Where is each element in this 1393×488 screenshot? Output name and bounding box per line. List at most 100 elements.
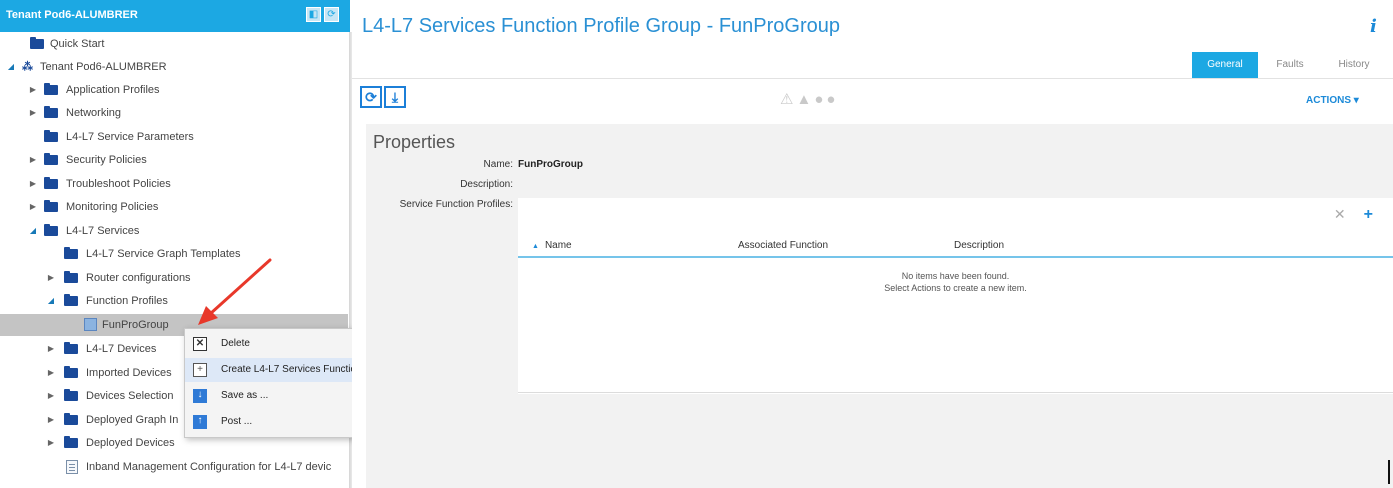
tree-item-label: Deployed Graph In <box>86 414 179 426</box>
folder-icon <box>44 153 58 165</box>
tree-item-function-profiles[interactable]: ◢ Function Profiles <box>0 290 350 312</box>
tree-item-inband-management[interactable]: Inband Management Configuration for L4-L… <box>0 456 350 478</box>
folder-icon <box>64 436 78 448</box>
menu-item-label: Save as ... <box>221 390 269 401</box>
function-profile-group-icon <box>84 318 97 331</box>
document-icon <box>66 460 78 474</box>
tree-item-label: FunProGroup <box>102 319 169 331</box>
collapsed-arrow-icon[interactable]: ▶ <box>46 409 56 431</box>
expanded-arrow-icon[interactable]: ◢ <box>46 290 56 312</box>
collapsed-arrow-icon[interactable]: ▶ <box>28 102 38 124</box>
major-fault-icon: ▲ <box>796 91 815 108</box>
column-header-associated-function[interactable]: Associated Function <box>738 240 828 251</box>
folder-icon <box>64 366 78 378</box>
tree-item-label: Imported Devices <box>86 367 172 379</box>
collapse-icon[interactable]: ◧ <box>306 7 321 22</box>
tree-item-troubleshoot-policies[interactable]: ▶ Troubleshoot Policies <box>0 173 350 195</box>
minor-fault-icon: ● <box>814 91 827 108</box>
tree-item-tenant[interactable]: ◢ ⁂ Tenant Pod6-ALUMBRER <box>0 56 350 78</box>
folder-icon <box>64 247 78 259</box>
refresh-icon[interactable]: ⟳ <box>360 86 382 108</box>
service-function-profiles-table: ✕ + ▲ Name Associated Function Description… <box>518 198 1393 394</box>
tree-item-router-configurations[interactable]: ▶ Router configurations <box>0 267 350 289</box>
folder-icon <box>44 200 58 212</box>
tree-item-label: Router configurations <box>86 272 191 284</box>
page-title: L4-L7 Services Function Profile Group - … <box>362 15 840 37</box>
collapsed-arrow-icon[interactable]: ▶ <box>46 432 56 454</box>
tree-item-application-profiles[interactable]: ▶ Application Profiles <box>0 79 350 101</box>
folder-icon <box>44 224 58 236</box>
sort-ascending-icon: ▲ <box>532 243 539 250</box>
folder-icon <box>44 130 58 142</box>
collapsed-arrow-icon[interactable]: ▶ <box>46 267 56 289</box>
table-bottom-divider <box>518 392 1393 393</box>
tree-header-title: Tenant Pod6-ALUMBRER <box>6 9 138 21</box>
tree-item-label: Tenant Pod6-ALUMBRER <box>40 61 167 73</box>
red-annotation-arrow-icon <box>198 258 272 325</box>
tree-item-l4-l7-service-parameters[interactable]: L4-L7 Service Parameters <box>0 126 350 148</box>
tree-item-l4-l7-services[interactable]: ◢ L4-L7 Services <box>0 220 350 242</box>
empty-table-message: No items have been found. Select Actions… <box>518 270 1393 294</box>
collapsed-arrow-icon[interactable]: ▶ <box>46 338 56 360</box>
tab-history[interactable]: History <box>1326 52 1382 78</box>
collapsed-arrow-icon[interactable]: ▶ <box>28 149 38 171</box>
column-header-description[interactable]: Description <box>954 240 1004 251</box>
tab-faults[interactable]: Faults <box>1266 52 1314 78</box>
collapsed-arrow-icon[interactable]: ▶ <box>46 362 56 384</box>
tree-item-label: Quick Start <box>50 38 105 50</box>
tree-item-monitoring-policies[interactable]: ▶ Monitoring Policies <box>0 196 350 218</box>
warning-fault-icon: ● <box>826 91 839 108</box>
name-label: Name: <box>483 159 513 170</box>
tree-item-label: Networking <box>66 107 122 119</box>
folder-icon <box>44 106 58 118</box>
text-cursor <box>1388 460 1390 484</box>
post-icon: ↑ <box>193 415 207 429</box>
collapsed-arrow-icon[interactable]: ▶ <box>46 385 56 407</box>
tree-item-networking[interactable]: ▶ Networking <box>0 102 350 124</box>
name-value: FunProGroup <box>518 159 583 170</box>
actions-label: ACTIONS <box>1306 95 1351 106</box>
tree-header: Tenant Pod6-ALUMBRER ◧ ⟳ <box>0 0 350 32</box>
properties-heading: Properties <box>373 132 456 152</box>
menu-item-label: Post ... <box>221 416 253 427</box>
collapsed-arrow-icon[interactable]: ▶ <box>28 79 38 101</box>
menu-item-label: Delete <box>221 338 250 349</box>
description-label: Description: <box>460 179 513 190</box>
tree-item-service-graph-templates[interactable]: L4-L7 Service Graph Templates <box>0 243 350 265</box>
toolbar: ⟳ ⤓ ⚠▲●● ACTIONS ▾ <box>352 80 1393 124</box>
tree-item-security-policies[interactable]: ▶ Security Policies <box>0 149 350 171</box>
tree-item-label: Function Profiles <box>86 295 168 307</box>
folder-icon <box>44 177 58 189</box>
info-icon[interactable]: i <box>1370 16 1377 37</box>
properties-section: Properties Name: FunProGroup Description… <box>366 124 1393 488</box>
tree-item-quick-start[interactable]: Quick Start <box>0 33 350 55</box>
create-icon: + <box>193 363 207 377</box>
tree-item-label: Security Policies <box>66 154 147 166</box>
folder-icon <box>64 342 78 354</box>
folder-icon <box>64 389 78 401</box>
column-label: Name <box>544 240 572 251</box>
tab-general[interactable]: General <box>1192 52 1258 78</box>
table-header: ▲ Name Associated Function Description <box>518 234 1393 258</box>
collapsed-arrow-icon[interactable]: ▶ <box>28 173 38 195</box>
download-icon[interactable]: ⤓ <box>384 86 406 108</box>
expanded-arrow-icon[interactable]: ◢ <box>28 220 38 242</box>
tree-item-label: L4-L7 Service Parameters <box>66 131 194 143</box>
fault-summary-icons: ⚠▲●● <box>780 90 838 108</box>
delete-icon: ✕ <box>193 337 207 351</box>
collapsed-arrow-icon[interactable]: ▶ <box>28 196 38 218</box>
delete-row-icon[interactable]: ✕ <box>1334 206 1346 222</box>
add-row-icon[interactable]: + <box>1364 206 1373 223</box>
actions-button[interactable]: ACTIONS ▾ <box>1306 95 1359 106</box>
refresh-tree-icon[interactable]: ⟳ <box>324 7 339 22</box>
column-header-name[interactable]: ▲ Name <box>532 240 572 251</box>
service-function-profiles-label: Service Function Profiles: <box>399 199 513 210</box>
tree-item-label: Troubleshoot Policies <box>66 178 171 190</box>
tree-item-label: Inband Management Configuration for L4-L… <box>86 461 332 473</box>
critical-fault-icon: ⚠ <box>780 91 797 108</box>
table-tools: ✕ + <box>1334 206 1373 224</box>
expanded-arrow-icon[interactable]: ◢ <box>6 56 16 78</box>
tree-item-label: Deployed Devices <box>86 437 175 449</box>
empty-message-line1: No items have been found. <box>901 271 1010 281</box>
empty-message-line2: Select Actions to create a new item. <box>884 283 1027 293</box>
